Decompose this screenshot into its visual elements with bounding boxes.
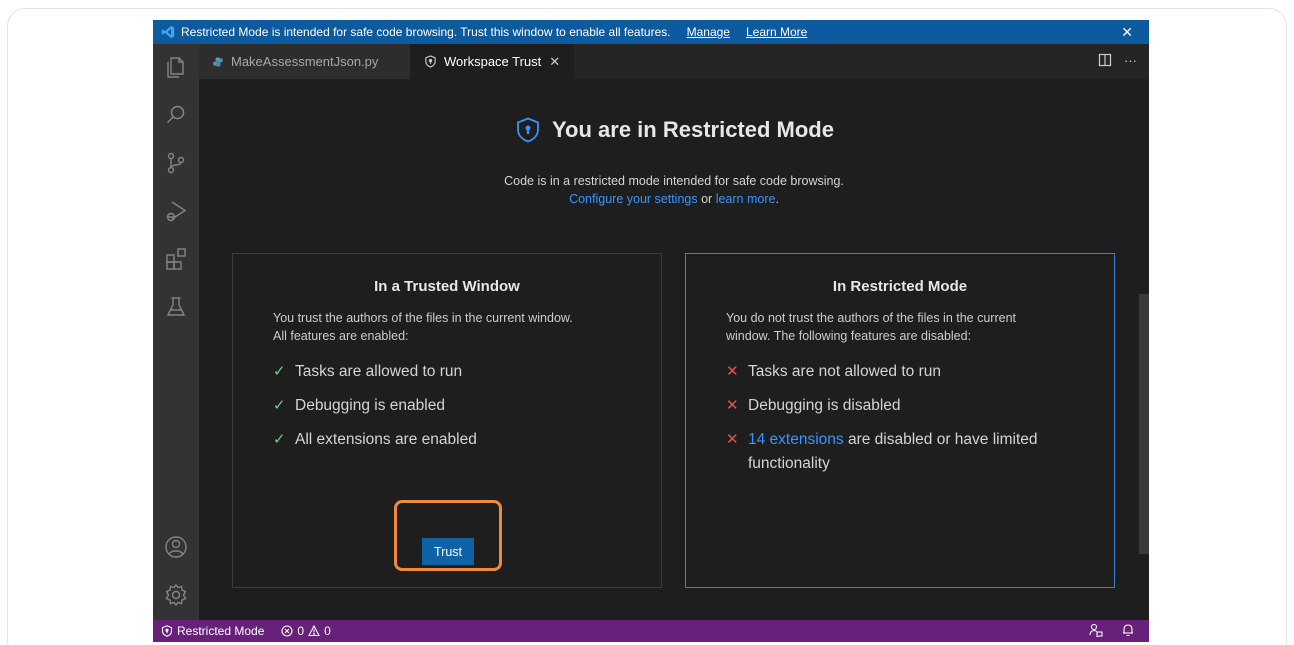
- list-item-text: Debugging is enabled: [295, 397, 445, 414]
- subtitle-links-line: Configure your settings or learn more.: [199, 190, 1149, 208]
- status-right-icons: [1089, 623, 1135, 637]
- cross-icon: ✕: [726, 431, 739, 448]
- list-item-text: Debugging is disabled: [748, 397, 901, 414]
- list-item: ✕ Tasks are not allowed to run: [726, 360, 1086, 384]
- trusted-feature-list: ✓ Tasks are allowed to run ✓ Debugging i…: [273, 360, 633, 462]
- problems-status[interactable]: 0 0: [281, 624, 331, 638]
- run-debug-icon[interactable]: [163, 198, 189, 224]
- status-bar: Restricted Mode 0 0: [153, 620, 1149, 642]
- description-line: You trust the authors of the files in th…: [273, 311, 573, 325]
- testing-icon[interactable]: [163, 294, 189, 320]
- list-item: ✓ Tasks are allowed to run: [273, 360, 633, 384]
- configure-settings-link[interactable]: Configure your settings: [569, 192, 698, 206]
- description-line: All features are enabled:: [273, 329, 409, 343]
- cross-icon: ✕: [726, 397, 739, 414]
- banner-manage-link[interactable]: Manage: [687, 25, 730, 39]
- warning-count: 0: [324, 624, 331, 638]
- learn-more-link[interactable]: learn more: [716, 192, 776, 206]
- check-icon: ✓: [273, 431, 286, 448]
- editor-actions: ···: [1098, 53, 1137, 68]
- banner-close-icon[interactable]: ✕: [1121, 24, 1133, 41]
- list-item: ✓ All extensions are enabled: [273, 428, 633, 452]
- restricted-mode-banner: Restricted Mode is intended for safe cod…: [153, 20, 1149, 44]
- vscode-window: Restricted Mode is intended for safe cod…: [153, 20, 1149, 642]
- feedback-icon[interactable]: [1089, 623, 1103, 637]
- warning-icon: [308, 625, 320, 637]
- card-heading: In a Trusted Window: [374, 278, 520, 295]
- tab-label: MakeAssessmentJson.py: [231, 54, 379, 69]
- card-description: You do not trust the authors of the file…: [726, 309, 1076, 345]
- period-text: .: [775, 192, 779, 206]
- page-title-text: You are in Restricted Mode: [552, 117, 834, 142]
- card-heading: In Restricted Mode: [832, 278, 968, 295]
- tab-workspace-trust[interactable]: Workspace Trust ✕: [410, 44, 574, 79]
- tab-label: Workspace Trust: [444, 54, 542, 69]
- more-actions-icon[interactable]: ···: [1124, 53, 1137, 68]
- list-item: ✓ Debugging is enabled: [273, 394, 633, 418]
- banner-message: Restricted Mode is intended for safe cod…: [181, 25, 671, 39]
- list-item-text: All extensions are enabled: [295, 431, 477, 448]
- trust-button[interactable]: Trust: [422, 538, 474, 565]
- activity-bar: [153, 44, 199, 620]
- list-item-text: 14 extensions are disabled or have limit…: [748, 428, 1086, 476]
- shield-icon: [161, 625, 173, 637]
- editor-scrollbar[interactable]: [1139, 294, 1149, 554]
- restricted-mode-status[interactable]: Restricted Mode: [153, 620, 274, 642]
- explorer-icon[interactable]: [163, 54, 189, 80]
- extensions-icon[interactable]: [163, 246, 189, 272]
- source-control-icon[interactable]: [163, 150, 189, 176]
- check-icon: ✓: [273, 363, 286, 380]
- search-icon[interactable]: [163, 102, 189, 128]
- notifications-bell-icon[interactable]: [1121, 623, 1135, 637]
- python-file-icon: [213, 57, 223, 66]
- settings-gear-icon[interactable]: [163, 582, 189, 608]
- split-editor-icon[interactable]: [1098, 53, 1112, 67]
- list-item-text: Tasks are not allowed to run: [748, 363, 941, 380]
- restricted-mode-label: Restricted Mode: [177, 624, 265, 638]
- accounts-icon[interactable]: [163, 534, 189, 560]
- shield-lock-icon: [517, 117, 539, 143]
- tab-close-icon[interactable]: ✕: [549, 54, 560, 70]
- editor-tab-bar: MakeAssessmentJson.py Workspace Trust ✕ …: [199, 44, 1149, 79]
- card-description: You trust the authors of the files in th…: [273, 309, 623, 345]
- page-title: You are in Restricted Mode: [199, 116, 1149, 144]
- or-text: or: [697, 192, 716, 206]
- error-icon: [281, 625, 293, 637]
- list-item: ✕ Debugging is disabled: [726, 394, 1086, 418]
- extensions-link[interactable]: 14 extensions: [748, 431, 844, 448]
- workspace-trust-editor: You are in Restricted Mode Code is in a …: [199, 79, 1149, 620]
- trusted-window-card: In a Trusted Window You trust the author…: [232, 253, 662, 588]
- page-subtitle: Code is in a restricted mode intended fo…: [199, 172, 1149, 208]
- vscode-logo-icon: [161, 25, 175, 39]
- list-item-text: Tasks are allowed to run: [295, 363, 463, 380]
- tab-makeassessmentjson[interactable]: MakeAssessmentJson.py: [199, 44, 410, 79]
- list-item: ✕ 14 extensions are disabled or have lim…: [726, 428, 1086, 476]
- subtitle-line: Code is in a restricted mode intended fo…: [504, 174, 844, 188]
- error-count: 0: [297, 624, 305, 638]
- check-icon: ✓: [273, 397, 286, 414]
- description-line: You do not trust the authors of the file…: [726, 311, 1016, 325]
- shield-icon: [425, 55, 436, 68]
- description-line: window. The following features are disab…: [726, 329, 972, 343]
- cross-icon: ✕: [726, 363, 739, 380]
- restricted-mode-card: In Restricted Mode You do not trust the …: [685, 253, 1115, 588]
- restricted-feature-list: ✕ Tasks are not allowed to run ✕ Debuggi…: [726, 360, 1086, 486]
- banner-learn-more-link[interactable]: Learn More: [746, 25, 807, 39]
